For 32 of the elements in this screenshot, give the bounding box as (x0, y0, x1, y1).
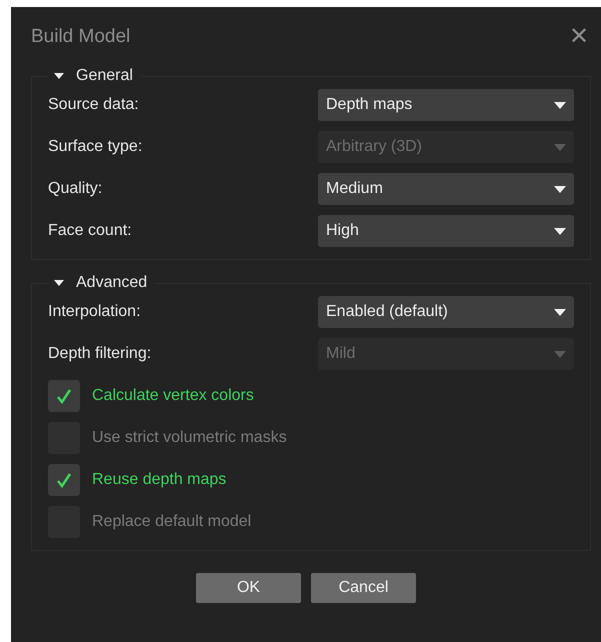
dropdown[interactable]: Medium (318, 173, 574, 205)
caret-icon (554, 144, 566, 150)
checkbox-label: Calculate vertex colors (92, 387, 254, 405)
section-title: General (76, 67, 133, 85)
dropdown[interactable]: High (318, 215, 574, 247)
check-icon (56, 388, 72, 404)
collapse-icon[interactable] (54, 280, 64, 286)
ok-button[interactable]: OK (196, 573, 301, 603)
checkbox[interactable] (48, 380, 80, 412)
field-label: Source data: (48, 96, 140, 114)
checkbox-label: Use strict volumetric masks (92, 429, 287, 447)
field-label: Depth filtering: (48, 345, 152, 363)
dropdown[interactable]: Enabled (default) (318, 296, 574, 328)
caret-icon (554, 350, 566, 358)
collapse-icon[interactable] (54, 73, 64, 79)
checkbox-label: Reuse depth maps (92, 471, 226, 489)
cancel-button[interactable]: Cancel (311, 573, 416, 603)
checkbox-label: Replace default model (92, 513, 252, 531)
caret-icon (554, 102, 566, 108)
window-title: Build Model (31, 26, 130, 48)
caret-icon (554, 308, 566, 316)
section-title: Advanced (76, 274, 148, 292)
field-label: Interpolation: (48, 303, 142, 321)
checkbox[interactable] (48, 464, 80, 496)
check-icon (56, 472, 72, 488)
dropdown[interactable]: Depth maps (318, 89, 574, 121)
close-button[interactable]: ✕ (569, 25, 589, 49)
caret-icon (554, 186, 566, 192)
field-label: Quality: (48, 180, 104, 198)
field-label: Surface type: (48, 138, 144, 156)
caret-icon (554, 228, 566, 234)
field-label: Face count: (48, 222, 133, 240)
